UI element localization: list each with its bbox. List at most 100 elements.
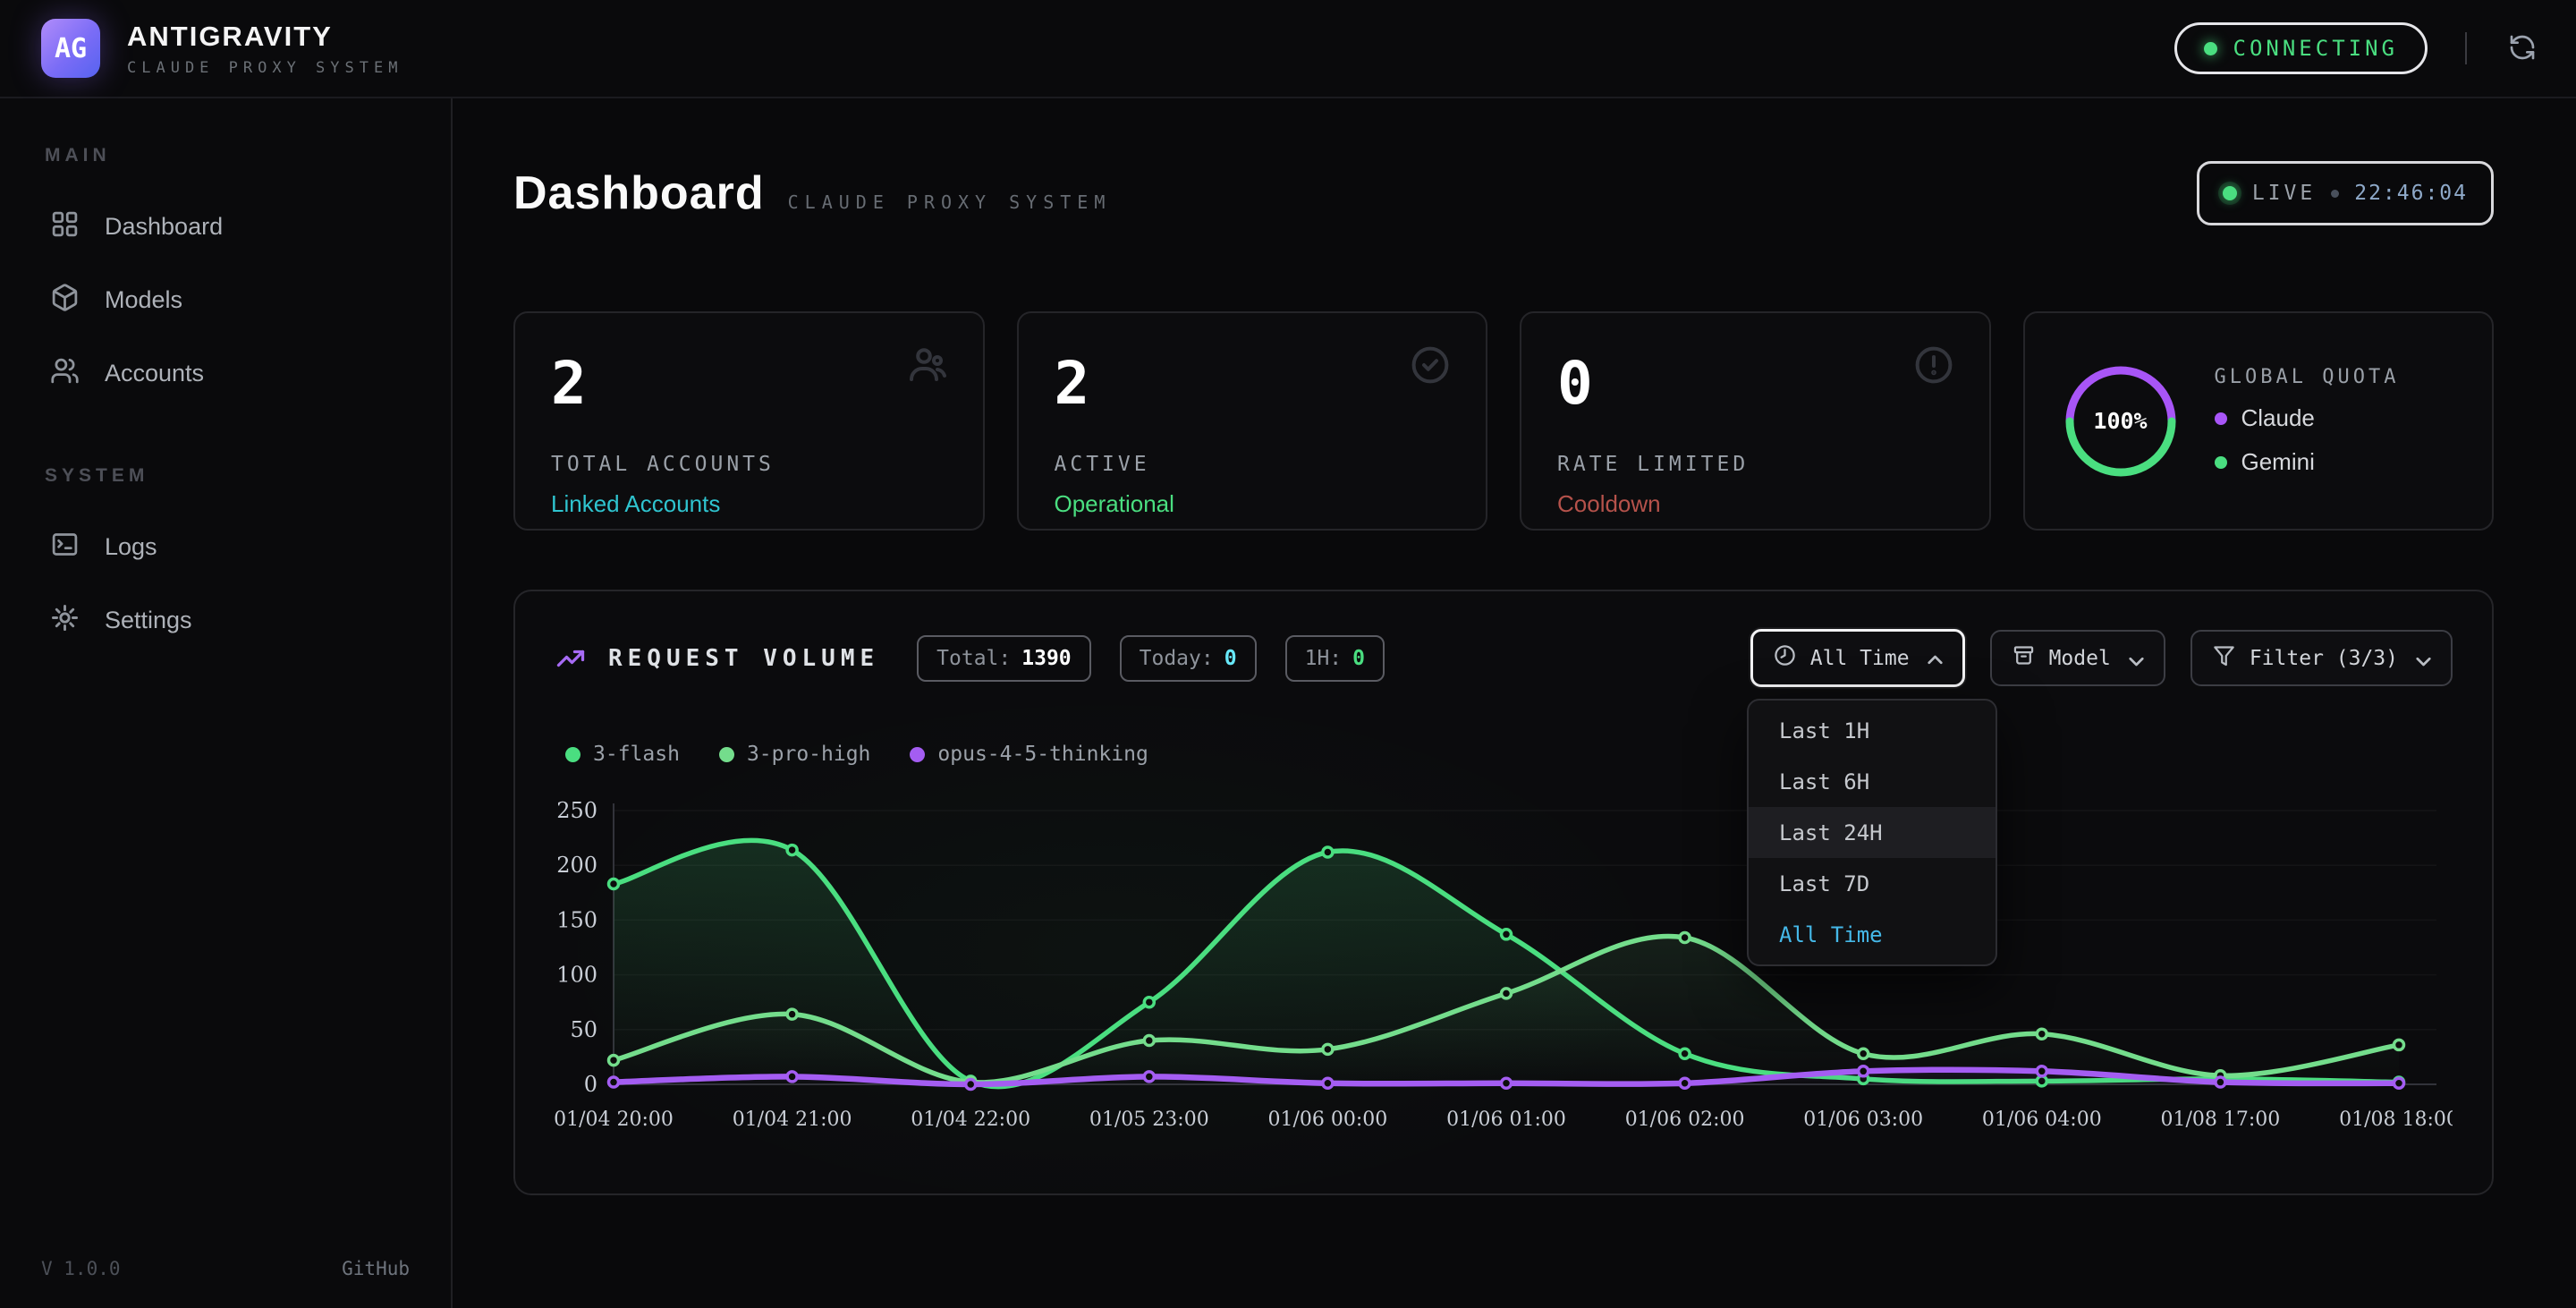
sidebar-item-models[interactable]: Models [41, 263, 410, 336]
stat-card-active: 2 ACTIVE Operational [1017, 311, 1488, 531]
request-volume-panel: REQUEST VOLUME Total: 1390 Today: 0 1H: … [513, 590, 2494, 1195]
series-name: 3-pro-high [747, 743, 870, 766]
request-volume-chart: 05010015020025001/04 20:0001/04 21:0001/… [555, 787, 2453, 1138]
dropdown-item-all-time[interactable]: All Time [1749, 909, 1996, 960]
dropdown-item-last-7d[interactable]: Last 7D [1749, 858, 1996, 909]
cube-icon [50, 283, 80, 317]
panel-title: REQUEST VOLUME [608, 645, 879, 672]
stat-card-total-accounts: 2 TOTAL ACCOUNTS Linked Accounts [513, 311, 985, 531]
clock-value: 22:46:04 [2354, 182, 2468, 205]
stat-label: RATE LIMITED [1557, 453, 1953, 476]
stat-value: 0 [1557, 354, 1953, 413]
sidebar-section-main: MAIN [45, 145, 410, 166]
time-range-dropdown: Last 1H Last 6H Last 24H Last 7D All Tim… [1747, 699, 1997, 966]
filter-value: Filter (3/3) [2250, 647, 2398, 670]
sidebar-item-label: Logs [105, 533, 157, 561]
stat-value: 2 [551, 354, 947, 413]
terminal-icon [50, 530, 80, 564]
chip-label: 1H: [1305, 647, 1343, 670]
total-count-chip: Total: 1390 [917, 635, 1090, 682]
svg-text:01/06 01:00: 01/06 01:00 [1446, 1108, 1566, 1131]
model-filter-button[interactable]: Model [1990, 630, 2165, 686]
svg-text:200: 200 [556, 853, 597, 878]
connection-status-badge: CONNECTING [2174, 22, 2428, 74]
quota-ring: 100% [2061, 361, 2181, 481]
chevron-down-icon [2124, 649, 2144, 668]
quota-name: Gemini [2241, 448, 2315, 476]
stat-value: 2 [1055, 354, 1451, 413]
sidebar-item-dashboard[interactable]: Dashboard [41, 190, 410, 263]
users-icon [906, 344, 949, 386]
status-dot [2204, 42, 2217, 55]
live-label: LIVE [2252, 182, 2316, 205]
model-filter-value: Model [2049, 647, 2111, 670]
quota-row-claude: Claude [2215, 404, 2400, 432]
svg-text:150: 150 [556, 907, 597, 932]
top-bar: AG ANTIGRAVITY CLAUDE PROXY SYSTEM CONNE… [0, 0, 2576, 98]
hour-count-chip: 1H: 0 [1285, 635, 1385, 682]
check-circle-icon [1409, 344, 1452, 386]
time-range-button[interactable]: All Time [1750, 629, 1965, 687]
stat-card-global-quota: 100% GLOBAL QUOTA Claude Gemini [2023, 311, 2495, 531]
page-title: Dashboard [513, 166, 765, 220]
sidebar-item-accounts[interactable]: Accounts [41, 336, 410, 410]
live-status-badge: LIVE 22:46:04 [2197, 161, 2494, 225]
sidebar-item-label: Dashboard [105, 213, 223, 241]
stat-label: TOTAL ACCOUNTS [551, 453, 947, 476]
chip-value: 0 [1352, 647, 1365, 670]
legend-item-3-pro-high[interactable]: 3-pro-high [719, 743, 870, 766]
series-dot [719, 747, 734, 762]
connection-status-label: CONNECTING [2233, 36, 2399, 61]
chip-label: Today: [1140, 647, 1214, 670]
series-name: opus-4-5-thinking [937, 743, 1148, 766]
brand: AG ANTIGRAVITY CLAUDE PROXY SYSTEM [41, 19, 402, 78]
sidebar-item-label: Accounts [105, 360, 204, 387]
chip-value: 1390 [1021, 647, 1071, 670]
quota-percent: 100% [2061, 361, 2181, 481]
refresh-icon [2508, 33, 2537, 64]
stat-sublabel: Cooldown [1557, 490, 1953, 518]
gear-icon [50, 603, 80, 637]
sidebar: MAIN Dashboard Models [0, 98, 453, 1308]
svg-text:01/04 22:00: 01/04 22:00 [911, 1108, 1030, 1131]
sidebar-item-label: Settings [105, 607, 192, 634]
dropdown-item-last-6h[interactable]: Last 6H [1749, 756, 1996, 807]
sidebar-item-logs[interactable]: Logs [41, 510, 410, 583]
github-link[interactable]: GitHub [342, 1258, 410, 1279]
users-icon [50, 356, 80, 390]
refresh-button[interactable] [2504, 30, 2540, 66]
svg-text:0: 0 [584, 1072, 597, 1097]
legend-item-opus-4-5-thinking[interactable]: opus-4-5-thinking [910, 743, 1148, 766]
dropdown-item-last-1h[interactable]: Last 1H [1749, 705, 1996, 756]
chart-legend: 3-flash 3-pro-high opus-4-5-thinking [565, 743, 2453, 766]
quota-row-gemini: Gemini [2215, 448, 2400, 476]
time-range-value: All Time [1810, 647, 1910, 670]
claude-dot [2215, 412, 2227, 425]
svg-text:01/06 02:00: 01/06 02:00 [1625, 1108, 1745, 1131]
divider [2465, 32, 2467, 64]
svg-text:01/04 21:00: 01/04 21:00 [733, 1108, 852, 1131]
chevron-down-icon [2411, 649, 2431, 668]
today-count-chip: Today: 0 [1120, 635, 1257, 682]
svg-text:01/08 18:00: 01/08 18:00 [2339, 1108, 2453, 1131]
dropdown-item-last-24h[interactable]: Last 24H [1749, 807, 1996, 858]
app-version: V 1.0.0 [41, 1258, 121, 1279]
main-content: Dashboard CLAUDE PROXY SYSTEM LIVE 22:46… [453, 98, 2576, 1308]
filter-button[interactable]: Filter (3/3) [2190, 630, 2453, 686]
legend-item-3-flash[interactable]: 3-flash [565, 743, 680, 766]
stat-sublabel: Linked Accounts [551, 490, 947, 518]
stat-sublabel: Operational [1055, 490, 1451, 518]
chevron-up-icon [1923, 649, 1943, 668]
quota-name: Claude [2241, 404, 2315, 432]
svg-text:01/04 20:00: 01/04 20:00 [555, 1108, 674, 1131]
series-dot [910, 747, 925, 762]
svg-text:100: 100 [556, 963, 597, 988]
svg-text:01/08 17:00: 01/08 17:00 [2161, 1108, 2281, 1131]
stat-card-rate-limited: 0 RATE LIMITED Cooldown [1520, 311, 1991, 531]
sidebar-item-label: Models [105, 286, 182, 314]
series-name: 3-flash [593, 743, 680, 766]
sidebar-item-settings[interactable]: Settings [41, 583, 410, 657]
svg-text:50: 50 [570, 1017, 597, 1042]
archive-box-icon [2012, 643, 2036, 673]
app-logo: AG [41, 19, 100, 78]
